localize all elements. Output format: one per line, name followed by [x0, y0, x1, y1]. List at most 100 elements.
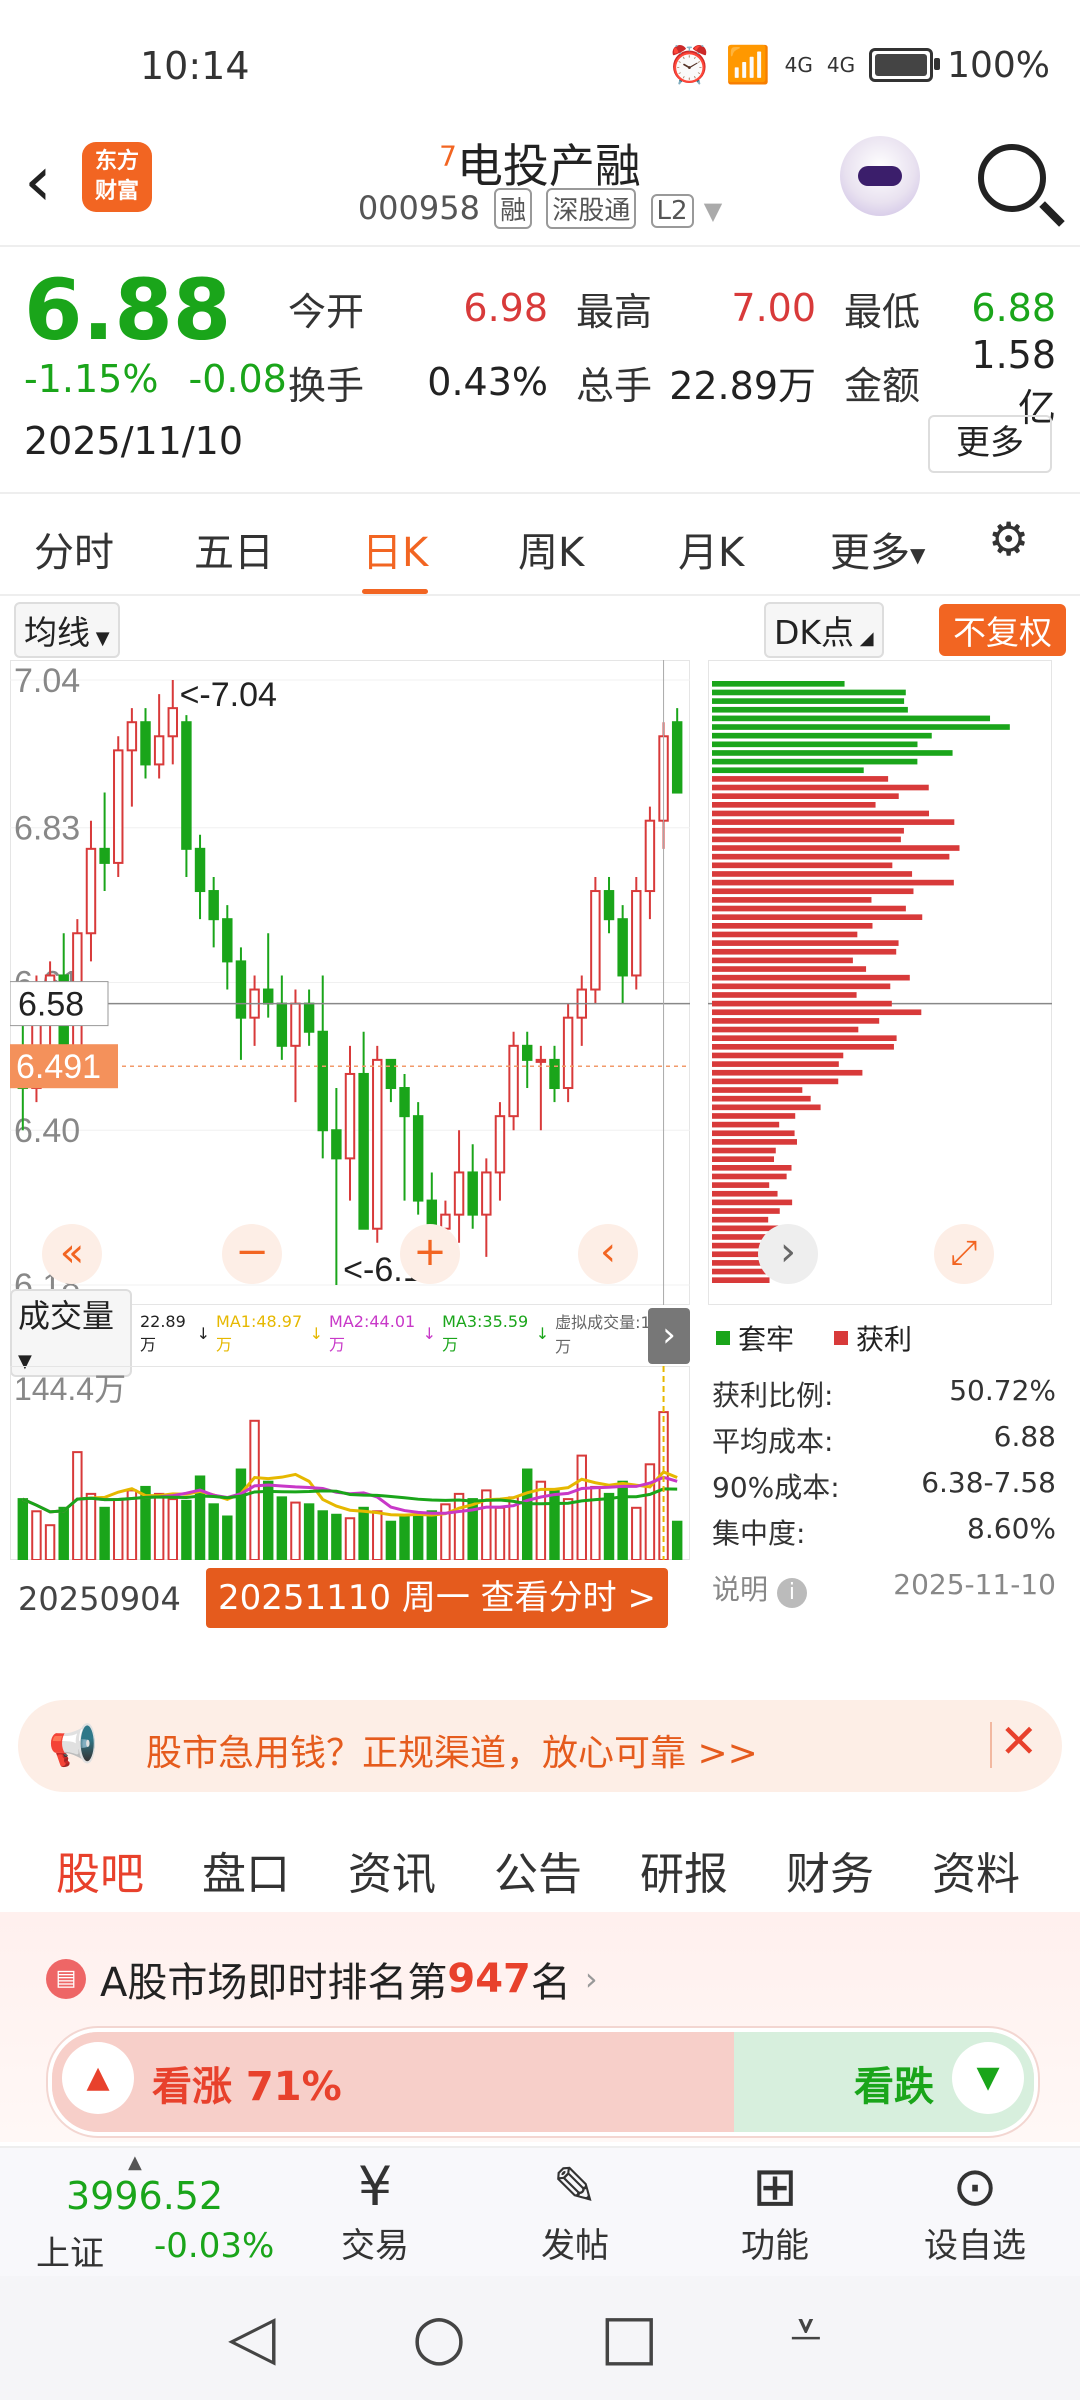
bull-vote-icon[interactable]: ▲ [62, 2042, 134, 2114]
tab-news[interactable]: 资讯 [348, 1838, 436, 1902]
chip-bar [712, 681, 845, 687]
chip-bar [712, 966, 867, 972]
more-quote-button[interactable]: 更多 [928, 415, 1052, 473]
volume-bar [208, 1503, 219, 1560]
back-triangle-icon[interactable]: ◁ [228, 2300, 276, 2373]
assistant-robot-icon[interactable] [840, 136, 920, 216]
restore-rights-button[interactable]: 不复权 [939, 604, 1066, 656]
candle-body [603, 890, 615, 921]
view-timeshare-button[interactable]: 20251110 周一 查看分时 > [206, 1568, 668, 1628]
chip-bar [712, 931, 858, 938]
low-label: 最低 [844, 289, 921, 334]
chip-bar [712, 1026, 859, 1033]
chip-bar [712, 1139, 797, 1145]
zoom-in-icon[interactable]: + [400, 1224, 460, 1284]
stock-name: 电投产融 [456, 139, 641, 193]
settings-gear-icon[interactable]: ⚙ [988, 512, 1029, 566]
chip-bar [712, 1165, 792, 1171]
candle-body [344, 1072, 356, 1160]
candlestick-chart[interactable]: 7.046.836.616.406.186.586.491<-7.04<-6.1… [10, 660, 690, 1305]
close-icon[interactable]: ✕ [999, 1714, 1038, 1768]
candle-body [481, 1171, 492, 1216]
candle-body [235, 960, 247, 1019]
chip-bar [712, 1130, 795, 1137]
nav-trade[interactable]: ¥ 交易 [300, 2156, 450, 2267]
tag-l2: L2 [650, 194, 694, 228]
step-back-icon[interactable]: ‹ [578, 1224, 638, 1284]
chip-bar [712, 724, 1010, 730]
fullscreen-icon[interactable]: ⤢ [934, 1224, 994, 1284]
candle-body [453, 1171, 465, 1216]
candle-body [631, 890, 642, 977]
tab-day-k[interactable]: 日K [362, 520, 429, 594]
volume-bar [126, 1489, 138, 1560]
candle-body [385, 1058, 397, 1090]
promo-banner[interactable]: 📢 股市急用钱？正规渠道，放心可靠 >> ✕ [18, 1700, 1062, 1792]
candle-body [494, 1115, 506, 1174]
tab-finance[interactable]: 财务 [786, 1838, 874, 1902]
dk-point-selector[interactable]: DK点 ◢ [764, 602, 884, 658]
home-circle-icon[interactable]: ○ [412, 2300, 466, 2373]
candle-body [549, 1058, 560, 1090]
chip-bar [712, 715, 991, 722]
chip-bar [712, 732, 932, 739]
tab-timeshare[interactable]: 分时 [34, 520, 114, 578]
ma-selector[interactable]: 均线 ▼ [14, 602, 120, 658]
chip-frame [708, 660, 1052, 1305]
volume-bar [31, 1510, 42, 1560]
candle-body [372, 1058, 383, 1230]
nav-post[interactable]: ✎ 发帖 [500, 2156, 650, 2267]
candle-body [562, 1016, 574, 1090]
tab-five-day[interactable]: 五日 [194, 520, 274, 578]
nav-add-watch[interactable]: ⊙ 设自选 [900, 2156, 1050, 2267]
chip-info[interactable]: 说明 i [712, 1568, 807, 1614]
bear-vote-icon[interactable]: ▼ [952, 2042, 1024, 2114]
chip-bar [712, 1121, 780, 1128]
chip-date: 2025-11-10 [893, 1568, 1056, 1601]
change-abs: -0.08 [188, 357, 287, 401]
candle-body [194, 847, 206, 893]
battery-icon [869, 48, 941, 82]
stock-code: 000958 [357, 189, 480, 227]
tab-announce[interactable]: 公告 [494, 1838, 582, 1902]
tab-research[interactable]: 研报 [640, 1838, 728, 1902]
tab-guba[interactable]: 股吧 [56, 1838, 144, 1924]
tag-connect: 深股通 [546, 188, 637, 229]
candle-body [412, 1115, 424, 1202]
candle-body [535, 1058, 547, 1063]
nav-function[interactable]: ⊞ 功能 [700, 2156, 850, 2267]
bull-label[interactable]: 看涨 71% [152, 2054, 342, 2112]
candle-body [671, 721, 683, 794]
zoom-out-icon[interactable]: − [222, 1224, 282, 1284]
tab-more[interactable]: 更多▼ [830, 520, 925, 578]
chip-bar [712, 1009, 922, 1016]
chip-bar [712, 1182, 770, 1188]
volume-bar [317, 1510, 328, 1560]
index-change: -0.03% [154, 2226, 275, 2266]
step-forward-icon[interactable]: › [758, 1224, 818, 1284]
volume-bar [153, 1492, 165, 1560]
candle-body [617, 918, 628, 977]
bear-label[interactable]: 看跌 [854, 2054, 934, 2112]
tab-month-k[interactable]: 月K [678, 520, 744, 578]
tab-pankou[interactable]: 盘口 [202, 1838, 290, 1902]
chevron-down-icon[interactable]: ▼ [704, 197, 722, 225]
rank-line[interactable]: ▤ A股市场即时排名第 947 名 › [46, 1950, 598, 2008]
rewind-icon[interactable]: « [42, 1224, 102, 1284]
chip-distribution-chart [708, 660, 1052, 1305]
kline-chart-area: 均线 ▼ DK点 ◢ 不复权 7.046.836.616.406.186.586… [0, 596, 1080, 1676]
recents-square-icon[interactable]: □ [600, 2300, 659, 2373]
candle-body [644, 819, 656, 893]
chip-bar [712, 1078, 839, 1085]
tab-week-k[interactable]: 周K [518, 520, 584, 578]
tab-profile[interactable]: 资料 [932, 1838, 1020, 1902]
volume-selector[interactable]: 成交量 ▼ [10, 1289, 132, 1377]
chip-bar [712, 793, 899, 799]
expand-panel-icon[interactable]: › [648, 1308, 690, 1364]
chip-bar [712, 741, 918, 748]
index-ticker[interactable]: ▲ 3996.52 上证 -0.03% [0, 2148, 300, 2278]
quote-panel: 6.88 -1.15% -0.08 2025/11/10 今开 6.98 最高 … [0, 247, 1080, 494]
search-icon[interactable] [978, 144, 1046, 212]
notification-pull-icon[interactable]: ⩡ [790, 2298, 822, 2364]
volume-legend: 成交量 ▼ 22.89万 ↓ MA1:48.97万 ↓ MA2:44.01万 ↓ MA… [10, 1289, 690, 1377]
